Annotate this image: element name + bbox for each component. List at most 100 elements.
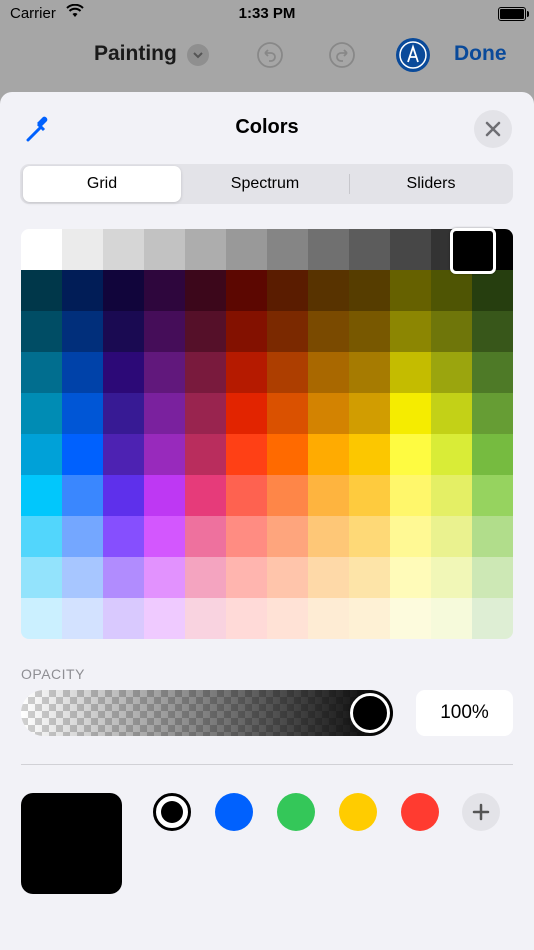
grid-color-cell[interactable] xyxy=(308,557,350,599)
grid-color-cell[interactable] xyxy=(62,598,104,639)
opacity-slider-thumb[interactable] xyxy=(350,693,390,733)
tab-spectrum[interactable]: Spectrum xyxy=(185,166,345,202)
grid-color-cell[interactable] xyxy=(472,270,513,312)
grid-color-cell[interactable] xyxy=(226,352,268,394)
grid-color-cell[interactable] xyxy=(349,598,391,639)
grid-color-cell[interactable] xyxy=(390,557,432,599)
grid-color-cell[interactable] xyxy=(390,352,432,394)
grid-color-cell[interactable] xyxy=(308,598,350,639)
grid-color-cell[interactable] xyxy=(349,229,391,271)
grid-color-cell[interactable] xyxy=(144,434,186,476)
grid-color-cell[interactable] xyxy=(431,598,473,639)
grid-color-cell[interactable] xyxy=(144,516,186,558)
grid-color-cell[interactable] xyxy=(308,475,350,517)
grid-color-cell[interactable] xyxy=(103,516,145,558)
grid-color-cell[interactable] xyxy=(21,393,63,435)
grid-color-cell[interactable] xyxy=(103,311,145,353)
grid-color-cell[interactable] xyxy=(267,229,309,271)
grid-color-cell[interactable] xyxy=(349,434,391,476)
grid-color-cell[interactable] xyxy=(267,393,309,435)
grid-color-cell[interactable] xyxy=(62,516,104,558)
grid-color-cell[interactable] xyxy=(390,311,432,353)
grid-color-cell[interactable] xyxy=(62,270,104,312)
grid-color-cell[interactable] xyxy=(308,229,350,271)
undo-icon[interactable] xyxy=(256,41,284,69)
grid-color-cell[interactable] xyxy=(62,393,104,435)
grid-color-cell[interactable] xyxy=(349,311,391,353)
swatch-black-selected[interactable] xyxy=(153,793,191,831)
grid-color-cell[interactable] xyxy=(349,516,391,558)
opacity-value-field[interactable]: 100% xyxy=(416,690,513,736)
grid-color-cell[interactable] xyxy=(103,393,145,435)
grid-color-cell[interactable] xyxy=(144,352,186,394)
grid-color-cell[interactable] xyxy=(62,434,104,476)
grid-color-cell[interactable] xyxy=(472,311,513,353)
tab-sliders[interactable]: Sliders xyxy=(352,166,510,202)
grid-color-cell[interactable] xyxy=(226,393,268,435)
grid-color-cell[interactable] xyxy=(21,352,63,394)
grid-color-cell[interactable] xyxy=(431,352,473,394)
grid-color-cell[interactable] xyxy=(267,270,309,312)
grid-color-cell[interactable] xyxy=(185,434,227,476)
grid-color-cell[interactable] xyxy=(431,475,473,517)
grid-color-cell[interactable] xyxy=(21,598,63,639)
grid-color-cell[interactable] xyxy=(267,475,309,517)
grid-color-cell[interactable] xyxy=(185,475,227,517)
grid-color-cell[interactable] xyxy=(103,270,145,312)
grid-color-cell[interactable] xyxy=(308,352,350,394)
grid-color-cell[interactable] xyxy=(390,270,432,312)
grid-color-cell[interactable] xyxy=(185,393,227,435)
done-button[interactable]: Done xyxy=(454,42,507,66)
grid-color-cell[interactable] xyxy=(21,557,63,599)
grid-color-cell[interactable] xyxy=(144,475,186,517)
grid-color-cell[interactable] xyxy=(431,557,473,599)
grid-color-cell[interactable] xyxy=(185,598,227,639)
grid-color-cell[interactable] xyxy=(226,557,268,599)
grid-color-cell[interactable] xyxy=(144,311,186,353)
grid-color-cell[interactable] xyxy=(226,434,268,476)
grid-color-cell[interactable] xyxy=(144,393,186,435)
add-swatch-button[interactable] xyxy=(462,793,500,831)
grid-color-cell[interactable] xyxy=(431,311,473,353)
grid-color-cell[interactable] xyxy=(103,557,145,599)
grid-color-cell[interactable] xyxy=(267,434,309,476)
grid-color-cell[interactable] xyxy=(390,393,432,435)
grid-color-cell[interactable] xyxy=(62,557,104,599)
swatch-green[interactable] xyxy=(277,793,315,831)
grid-color-cell[interactable] xyxy=(21,229,63,271)
grid-color-cell[interactable] xyxy=(390,229,432,271)
grid-color-cell[interactable] xyxy=(226,311,268,353)
grid-color-cell[interactable] xyxy=(308,393,350,435)
grid-color-cell[interactable] xyxy=(472,434,513,476)
grid-color-cell[interactable] xyxy=(472,352,513,394)
grid-color-cell[interactable] xyxy=(226,229,268,271)
tab-grid[interactable]: Grid xyxy=(23,166,181,202)
swatch-blue[interactable] xyxy=(215,793,253,831)
grid-color-cell[interactable] xyxy=(472,475,513,517)
grid-color-cell[interactable] xyxy=(21,475,63,517)
grid-color-cell[interactable] xyxy=(144,557,186,599)
grid-color-cell[interactable] xyxy=(21,434,63,476)
grid-color-cell[interactable] xyxy=(431,434,473,476)
grid-color-cell[interactable] xyxy=(431,393,473,435)
grid-color-cell[interactable] xyxy=(472,557,513,599)
swatch-yellow[interactable] xyxy=(339,793,377,831)
grid-color-cell[interactable] xyxy=(144,598,186,639)
grid-color-cell[interactable] xyxy=(144,229,186,271)
close-button[interactable] xyxy=(474,110,512,148)
grid-color-cell[interactable] xyxy=(267,311,309,353)
grid-color-cell[interactable] xyxy=(226,270,268,312)
grid-color-cell[interactable] xyxy=(390,598,432,639)
grid-color-cell[interactable] xyxy=(185,311,227,353)
grid-color-cell[interactable] xyxy=(185,229,227,271)
redo-icon[interactable] xyxy=(328,41,356,69)
grid-color-cell[interactable] xyxy=(472,598,513,639)
grid-color-cell[interactable] xyxy=(62,475,104,517)
grid-color-cell[interactable] xyxy=(308,434,350,476)
swatch-red[interactable] xyxy=(401,793,439,831)
chevron-down-icon[interactable] xyxy=(187,44,209,66)
grid-color-cell[interactable] xyxy=(185,557,227,599)
grid-color-cell[interactable] xyxy=(226,598,268,639)
grid-color-cell[interactable] xyxy=(226,475,268,517)
grid-color-cell[interactable] xyxy=(103,352,145,394)
